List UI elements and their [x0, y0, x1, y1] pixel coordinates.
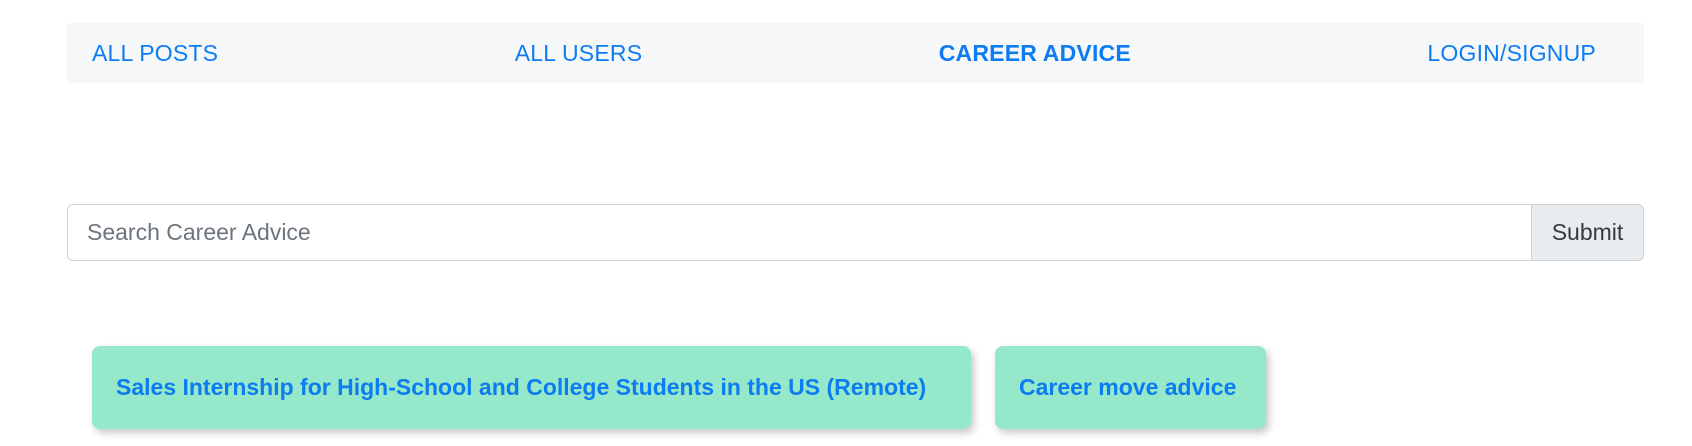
- nav-link-login-signup[interactable]: LOGIN/SIGNUP: [1427, 40, 1596, 67]
- nav-link-all-posts[interactable]: ALL POSTS: [92, 40, 218, 67]
- advice-card-title: Career move advice: [1019, 374, 1237, 400]
- search-input[interactable]: [67, 204, 1532, 261]
- nav-link-all-users[interactable]: ALL USERS: [515, 40, 643, 67]
- advice-card[interactable]: Career move advice: [995, 346, 1266, 429]
- advice-card[interactable]: Sales Internship for High-School and Col…: [92, 346, 971, 429]
- nav-link-career-advice[interactable]: CAREER ADVICE: [939, 40, 1131, 67]
- advice-card-list: Sales Internship for High-School and Col…: [92, 346, 1266, 429]
- top-navbar: ALL POSTS ALL USERS CAREER ADVICE LOGIN/…: [67, 23, 1644, 83]
- page: ALL POSTS ALL USERS CAREER ADVICE LOGIN/…: [0, 0, 1692, 446]
- search-form: Submit: [67, 204, 1644, 261]
- advice-card-title: Sales Internship for High-School and Col…: [116, 374, 927, 400]
- submit-button[interactable]: Submit: [1532, 204, 1644, 261]
